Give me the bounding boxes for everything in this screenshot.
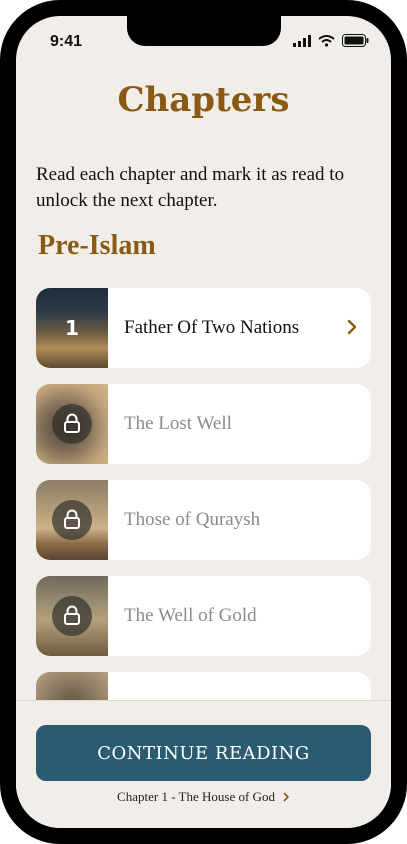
section-title: Pre-Islam: [38, 230, 156, 261]
lock-icon: [64, 605, 80, 625]
phone-frame: 9:41 Chapters Read each chapter and mark…: [0, 0, 407, 844]
chapter-thumbnail: [36, 576, 108, 656]
lock-badge: [52, 404, 92, 444]
chapter-thumbnail: [36, 480, 108, 560]
chapter-thumbnail: [36, 384, 108, 464]
chapter-number: 1: [65, 316, 79, 340]
lock-badge: [52, 500, 92, 540]
chapter-card-4[interactable]: The Well of Gold: [36, 576, 371, 656]
chapter-card-1[interactable]: 1 Father Of Two Nations: [36, 288, 371, 368]
status-time: 9:41: [50, 33, 83, 50]
lock-icon: [64, 413, 80, 433]
page-title: Chapters: [117, 80, 290, 120]
lock-icon: [64, 509, 80, 529]
bottom-action-bar: CONTINUE READING Chapter 1 - The House o…: [16, 700, 391, 828]
chapter-title: Those of Quraysh: [124, 509, 261, 530]
device-notch: [127, 16, 281, 46]
lock-badge: [52, 596, 92, 636]
chapter-card-2[interactable]: The Lost Well: [36, 384, 371, 464]
status-icons: [293, 34, 369, 47]
next-chapter-label: Chapter 1 - The House of God: [117, 789, 275, 804]
chapter-title: Father Of Two Nations: [124, 317, 300, 338]
chapter-thumbnail: 1: [36, 288, 108, 368]
chevron-right-icon: [283, 792, 289, 802]
chapter-title: The Lost Well: [124, 413, 232, 434]
chapter-card-3[interactable]: Those of Quraysh: [36, 480, 371, 560]
chevron-right-icon: [347, 319, 357, 335]
continue-reading-button[interactable]: CONTINUE READING: [36, 725, 371, 781]
app-screen: 9:41 Chapters Read each chapter and mark…: [16, 16, 391, 828]
next-chapter-link[interactable]: Chapter 1 - The House of God: [16, 789, 391, 805]
wifi-icon: [318, 34, 335, 47]
chapter-title: The Well of Gold: [124, 605, 257, 626]
intro-text: Read each chapter and mark it as read to…: [36, 164, 345, 211]
battery-icon: [342, 34, 369, 47]
signal-icon: [293, 34, 311, 47]
